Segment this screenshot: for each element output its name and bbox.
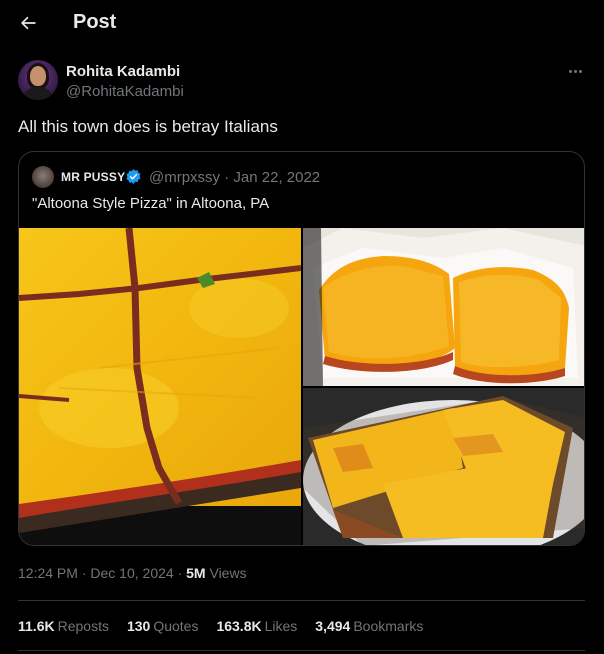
quoted-date[interactable]: Jan 22, 2022: [233, 169, 320, 186]
quoted-meta: @mrpxssy · Jan 22, 2022: [149, 169, 321, 186]
post-meta: 12:24 PM · Dec 10, 2024 · 5M Views: [18, 565, 247, 581]
post-text: All this town does is betray Italians: [18, 117, 278, 136]
quotes-link[interactable]: 130 Quotes: [127, 618, 199, 634]
post-time[interactable]: 12:24 PM: [18, 565, 78, 581]
reposts-link[interactable]: 11.6K Reposts: [18, 618, 109, 634]
page-title: Post: [73, 11, 117, 33]
views-label: Views: [209, 565, 247, 581]
likes-link[interactable]: 163.8K Likes: [216, 618, 297, 634]
bookmarks-link[interactable]: 3,494 Bookmarks: [315, 618, 423, 634]
quoted-text: "Altoona Style Pizza" in Altoona, PA: [32, 195, 270, 212]
pizza-photo-main[interactable]: [19, 228, 301, 545]
author-name[interactable]: Rohita Kadambi: [66, 63, 180, 80]
more-options-icon[interactable]: [564, 62, 586, 80]
views-count: 5M: [186, 565, 206, 581]
quoted-post[interactable]: MR PUSSY @mrpxssy · Jan 22, 2022 "Altoon…: [18, 151, 585, 546]
quoted-avatar[interactable]: [32, 166, 54, 188]
pizza-photo-plate[interactable]: [303, 388, 584, 545]
post-date[interactable]: Dec 10, 2024: [90, 565, 173, 581]
divider: [18, 650, 585, 651]
avatar[interactable]: [18, 60, 58, 100]
verified-badge-icon: [126, 169, 141, 184]
quoted-author-name[interactable]: MR PUSSY: [61, 170, 125, 184]
arrow-left-icon: [21, 16, 36, 30]
top-bar: Post: [0, 0, 604, 46]
pizza-photo-box[interactable]: [303, 228, 584, 386]
engagement-stats: 11.6K Reposts 130 Quotes 163.8K Likes 3,494…: [18, 618, 423, 634]
divider: [18, 600, 585, 601]
author-handle[interactable]: @RohitaKadambi: [66, 83, 184, 100]
back-button[interactable]: [14, 9, 42, 37]
quoted-handle[interactable]: @mrpxssy: [149, 169, 220, 186]
